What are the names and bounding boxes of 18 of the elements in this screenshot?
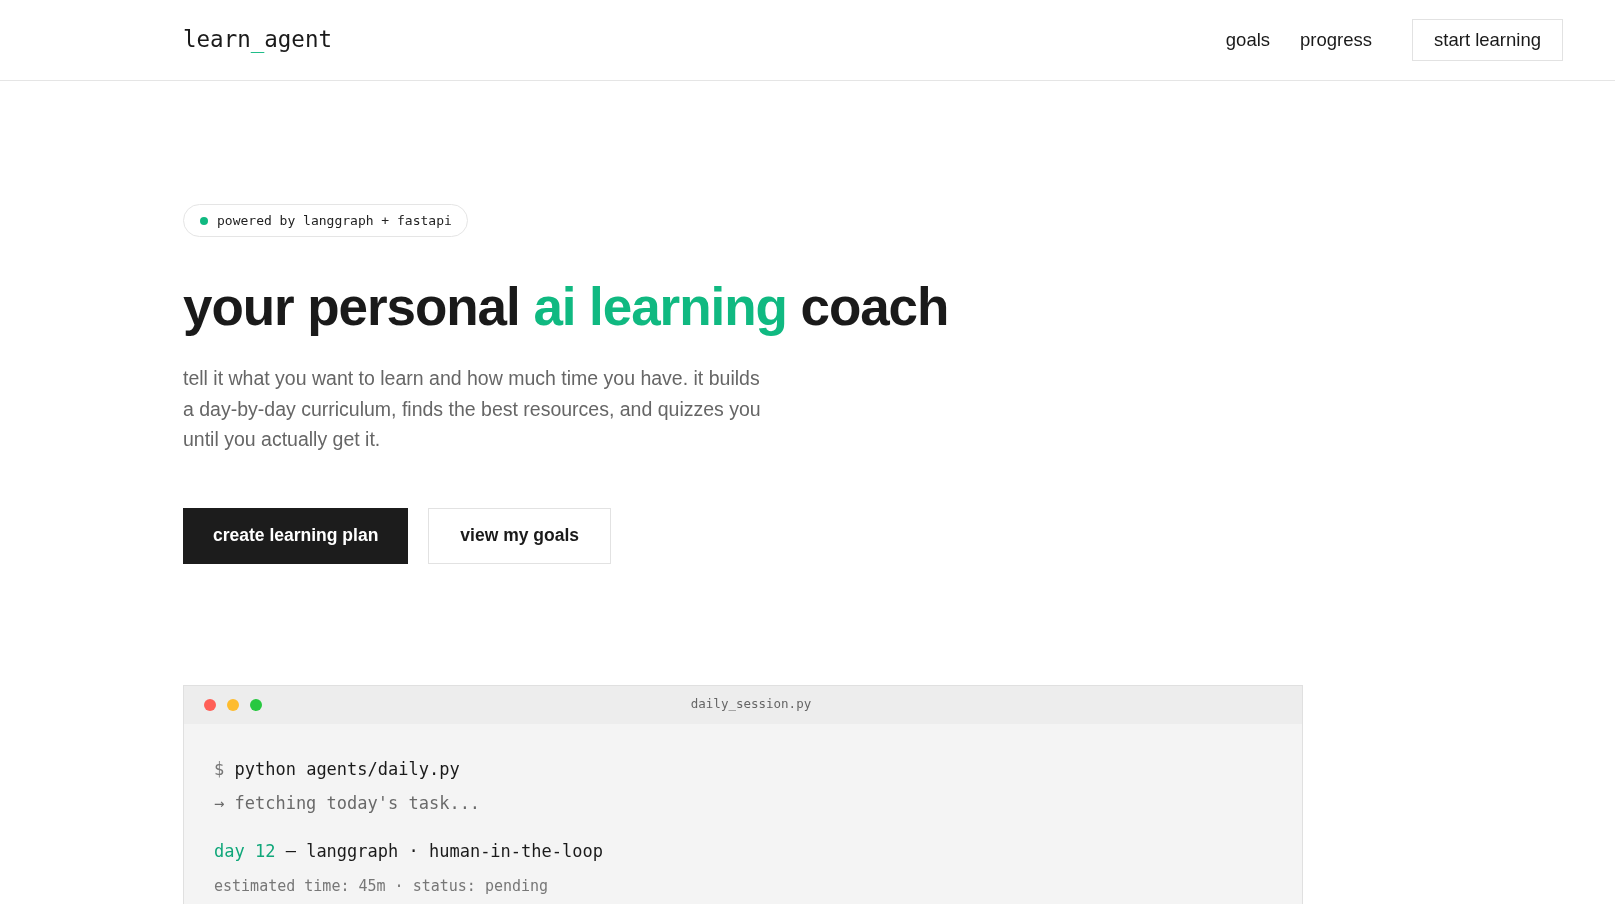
terminal-filename: daily_session.py — [690, 695, 812, 714]
terminal-line: day 12 — langgraph · human-in-the-loop — [214, 839, 604, 863]
badge-text: powered by langgraph + fastapi — [217, 211, 452, 230]
window-control-icon[interactable] — [227, 698, 239, 711]
logo[interactable]: learn_agent — [183, 23, 332, 57]
nav-link[interactable]: goals — [1225, 26, 1271, 54]
nav-link[interactable]: progress — [1300, 26, 1373, 54]
status-dot-icon — [200, 216, 208, 225]
terminal-line: estimated time: 45m · status: pending — [214, 875, 550, 897]
start-learning-button[interactable]: start learning — [1412, 19, 1563, 61]
terminal-line: → fetching today's task... — [214, 791, 482, 815]
hero-description: tell it what you want to learn and how much time you have. it builds a day-by-day curriculum, finds the best resources, and quizzes you until you actually get it. — [183, 366, 762, 452]
window-control-icon[interactable] — [250, 698, 262, 711]
create-plan-button[interactable]: create learning plan — [183, 507, 409, 564]
view-goals-button[interactable]: view my goals — [428, 507, 611, 564]
terminal-line: $ python agents/daily.py — [214, 757, 461, 781]
hero-title: your personal ai learning coach — [183, 278, 949, 335]
window-control-icon[interactable] — [204, 698, 216, 711]
